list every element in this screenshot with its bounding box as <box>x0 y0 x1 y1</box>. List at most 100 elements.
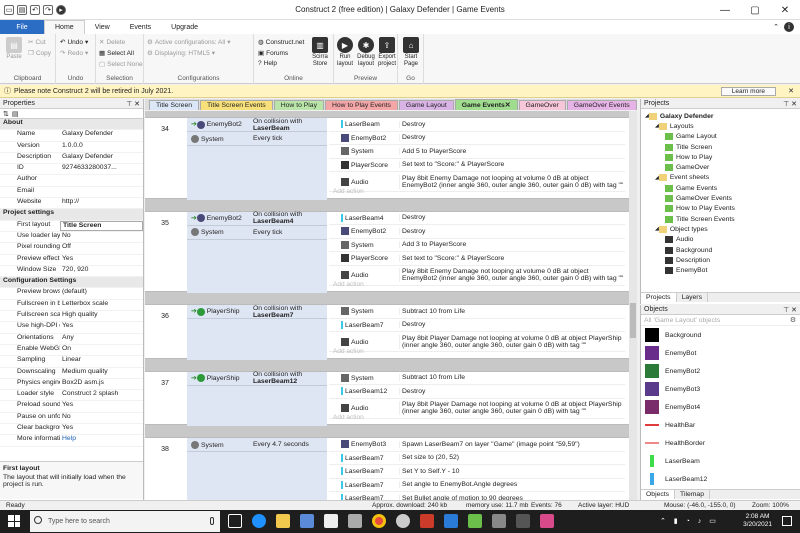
sort-icon[interactable]: ⇅ <box>3 110 9 118</box>
property-value[interactable]: Construct 2 splash <box>60 390 143 400</box>
close-tab-icon[interactable]: ✕ <box>505 101 511 109</box>
event-action[interactable]: System Subtract 10 from Life <box>329 305 625 319</box>
event-action[interactable]: LaserBeam7 Set Y to Self.Y - 10 <box>329 465 625 479</box>
add-action-link[interactable]: Add action <box>333 281 364 288</box>
property-row[interactable]: Website http:// <box>0 198 143 210</box>
property-row[interactable]: Window Size 720, 920 <box>0 266 143 278</box>
property-row[interactable]: Pixel rounding Off <box>0 243 143 255</box>
collapse-ribbon-icon[interactable]: ⌃ <box>773 23 779 31</box>
property-row[interactable]: Clear backgroundYes <box>0 424 143 436</box>
select-none-button[interactable]: ▢ Select None <box>99 60 143 69</box>
scroll-thumb[interactable] <box>630 303 636 338</box>
microphone-icon[interactable] <box>210 517 214 525</box>
property-value[interactable]: Yes <box>60 424 143 434</box>
property-row[interactable]: Downscaling Medium quality <box>0 368 143 379</box>
app-icon-5[interactable] <box>516 514 530 528</box>
event-action[interactable]: LaserBeam7 Set Bullet angle of motion to … <box>329 492 625 500</box>
event-condition[interactable]: System Every 4.7 seconds <box>187 438 327 452</box>
event-tab[interactable]: GameOver Events <box>566 100 637 110</box>
store-icon[interactable] <box>300 514 314 528</box>
tab-upgrade[interactable]: Upgrade <box>161 20 208 34</box>
event-condition[interactable]: ➔ EnemyBot2 On collision with LaserBeam <box>187 118 327 132</box>
event-action[interactable]: System Subtract 10 from Life <box>329 371 625 385</box>
run-icon[interactable]: ▸ <box>56 4 66 15</box>
construct-net-link[interactable]: ◍ Construct.net <box>258 38 304 47</box>
redo-button[interactable]: ↷ Redo ▾ <box>60 49 88 58</box>
property-value[interactable]: On <box>60 345 143 355</box>
tree-item[interactable]: ◢ Layouts <box>641 121 800 131</box>
property-value[interactable]: Galaxy Defender <box>60 153 143 163</box>
tab-home[interactable]: Home <box>44 20 85 34</box>
object-item[interactable]: HealthBar <box>641 416 800 434</box>
event-action[interactable]: LaserBeam7 Set angle to EnemyBot.Angle de… <box>329 478 625 492</box>
tree-item[interactable]: How to Play Events <box>641 204 800 214</box>
scirra-store-button[interactable]: ▥OnlineScirra Store <box>309 37 331 68</box>
photos-icon[interactable] <box>348 514 362 528</box>
event-action[interactable]: PlayerScore Set text to "Score:" & Player… <box>329 252 625 266</box>
tree-item[interactable]: ◢ Event sheets <box>641 173 800 183</box>
event-action[interactable]: Audio Play 8bit Player Damage not looping… <box>329 398 625 419</box>
learn-more-button[interactable]: Learn more <box>720 87 776 96</box>
object-item[interactable]: Background <box>641 326 800 344</box>
event-condition[interactable]: System Every tick <box>187 132 327 146</box>
categorize-icon[interactable]: ▤ <box>12 110 19 118</box>
chrome-icon[interactable] <box>372 514 386 528</box>
event-block[interactable]: 35 ➔ EnemyBot2 On collision with LaserBeam4 S… <box>145 210 629 293</box>
object-item[interactable]: LaserBeam12 <box>641 470 800 488</box>
event-tab[interactable]: Title Screen <box>149 100 200 110</box>
event-action[interactable]: EnemyBot3 Spawn LaserBeam7 on layer "Game… <box>329 438 625 452</box>
property-value[interactable]: Letterbox scale <box>60 300 143 310</box>
property-row[interactable]: Fullscreen scalingHigh quality <box>0 311 143 323</box>
tree-item[interactable]: ◢ Galaxy Defender <box>641 111 800 121</box>
maximize-button[interactable]: ▢ <box>740 0 770 20</box>
property-value[interactable]: Any <box>60 334 143 344</box>
tree-item[interactable]: EnemyBot <box>641 265 800 275</box>
close-button[interactable]: ✕ <box>770 0 800 20</box>
delete-button[interactable]: ✕ Delete <box>99 38 125 47</box>
event-tab[interactable]: How to Play Events <box>324 100 398 110</box>
redo-icon[interactable]: ↷ <box>43 4 53 15</box>
pin-icon[interactable]: ⊤ ✕ <box>783 306 797 314</box>
event-action[interactable]: Audio Play 8bit Enemy Damage not looping … <box>329 265 625 286</box>
export-project-button[interactable]: ⇪ Export project <box>376 37 398 68</box>
property-row[interactable]: Description Galaxy Defender <box>0 153 143 165</box>
tree-item[interactable]: ◢ Object types <box>641 224 800 234</box>
objects-filter[interactable]: All 'Game Layout' objects ⚙ <box>641 315 800 326</box>
minimize-button[interactable]: — <box>710 0 740 20</box>
copy-button[interactable]: ❐ Copy <box>28 49 51 58</box>
property-row[interactable]: Preload sounds Yes <box>0 401 143 413</box>
property-value[interactable]: Medium quality <box>60 368 143 378</box>
event-action[interactable]: PlayerScore Set text to "Score:" & Player… <box>329 158 625 172</box>
event-tab[interactable]: Game Layout <box>398 100 454 110</box>
tree-item[interactable]: GameOver <box>641 162 800 172</box>
event-condition[interactable]: ➔ EnemyBot2 On collision with LaserBeam4 <box>187 211 327 226</box>
active-configurations-dropdown[interactable]: ⚙ Active configurations: All ▾ <box>147 38 231 47</box>
tab-tilemap[interactable]: Tilemap <box>675 490 710 499</box>
property-row[interactable]: Sampling Linear <box>0 356 143 368</box>
task-view-icon[interactable] <box>228 514 242 528</box>
property-value[interactable]: Box2D asm.js <box>60 379 143 389</box>
property-row[interactable]: Enable WebGL On <box>0 345 143 357</box>
help-link[interactable]: ? Help <box>258 60 277 67</box>
event-action[interactable]: EnemyBot2 Destroy <box>329 131 625 145</box>
property-value[interactable]: Linear <box>60 356 143 366</box>
property-row[interactable]: More informationHelp <box>0 435 143 447</box>
taskbar-search[interactable]: Type here to search <box>30 511 220 532</box>
event-sheet-scrollbar[interactable] <box>629 111 637 500</box>
event-tab[interactable]: GameOver <box>518 100 566 110</box>
property-row[interactable]: First layout Title Screen <box>0 220 143 232</box>
property-row[interactable]: Author <box>0 175 143 187</box>
construct-icon[interactable] <box>396 514 410 528</box>
event-block[interactable]: 36 ➔ PlayerShip On collision with LaserBeam7… <box>145 304 629 360</box>
event-action[interactable]: Audio Play 8bit Enemy Damage not looping … <box>329 172 625 193</box>
property-row[interactable]: Use high-DPI dis...Yes <box>0 322 143 334</box>
event-block[interactable]: 38 System Every 4.7 seconds EnemyBot3 Spawn … <box>145 437 629 500</box>
add-action-link[interactable]: Add action <box>333 414 364 421</box>
event-condition[interactable]: ➔ PlayerShip On collision with LaserBeam12 <box>187 371 327 386</box>
app-icon-6[interactable] <box>540 514 554 528</box>
start-page-button[interactable]: ⌂ Start Page <box>400 37 422 68</box>
add-action-link[interactable]: Add action <box>333 188 364 195</box>
property-value[interactable]: No <box>60 232 143 242</box>
run-layout-button[interactable]: ▶ Run layout <box>334 37 356 68</box>
property-row[interactable]: ID 9274633280037... <box>0 164 143 176</box>
